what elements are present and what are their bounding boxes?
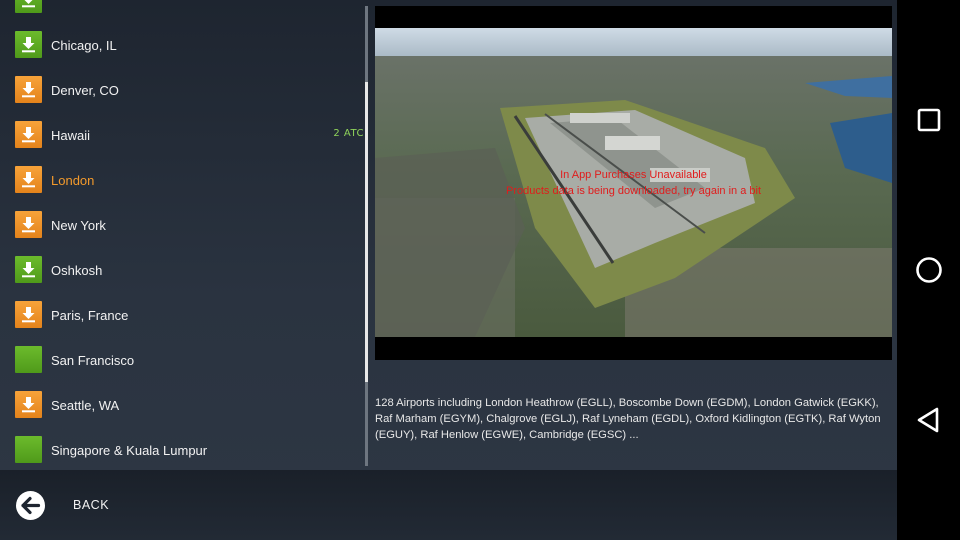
region-description: 128 Airports including London Heathrow (… xyxy=(375,397,881,441)
region-item[interactable]: Paris, France xyxy=(0,293,365,338)
download-icon[interactable] xyxy=(15,301,42,328)
region-item[interactable]: Seattle, WA xyxy=(0,383,365,428)
android-nav-bar xyxy=(897,0,960,540)
region-label: New York xyxy=(51,218,106,233)
back-button[interactable]: BACK xyxy=(15,488,109,522)
region-label: Denver, CO xyxy=(51,83,119,98)
system-back-button[interactable] xyxy=(897,390,960,450)
region-item[interactable]: Chicago, IL xyxy=(0,23,365,68)
download-icon[interactable] xyxy=(15,121,42,148)
installed-icon[interactable] xyxy=(15,436,42,463)
region-label: Paris, France xyxy=(51,308,129,323)
region-label: Singapore & Kuala Lumpur xyxy=(51,443,208,458)
region-item[interactable]: London xyxy=(0,158,365,203)
region-label: Hawaii xyxy=(51,128,91,143)
region-label: San Francisco xyxy=(51,353,135,368)
scenery-preview: In App Purchases Unavailable Products da… xyxy=(375,6,892,360)
region-label: London xyxy=(51,173,95,188)
arrow-left-circle-icon xyxy=(16,490,45,520)
region-label: Chicago, IL xyxy=(51,38,117,53)
region-item[interactable] xyxy=(0,0,365,23)
region-list[interactable]: Chicago, IL Denver, CO Hawaii 2 ATC London Ne… xyxy=(0,0,365,470)
region-item[interactable]: San Francisco xyxy=(0,338,365,383)
download-icon[interactable] xyxy=(15,256,42,283)
purchase-error-line1: In App Purchases Unavailable xyxy=(560,169,707,181)
recents-icon xyxy=(917,108,940,132)
purchase-error-line2: Products data is being downloaded, try a… xyxy=(506,185,761,197)
home-icon xyxy=(915,257,942,283)
footer-bar: BACK xyxy=(0,470,897,540)
home-button[interactable] xyxy=(897,240,960,300)
region-item[interactable]: Oshkosh xyxy=(0,248,365,293)
recents-button[interactable] xyxy=(897,90,960,150)
region-label: Oshkosh xyxy=(51,263,103,278)
download-icon[interactable] xyxy=(15,166,42,193)
atc-badge: 2 ATC xyxy=(333,128,364,139)
download-icon[interactable] xyxy=(15,0,42,13)
back-triangle-icon xyxy=(917,407,938,433)
region-item[interactable]: Hawaii 2 ATC xyxy=(0,113,365,158)
back-label: BACK xyxy=(73,498,110,512)
region-item[interactable]: Denver, CO xyxy=(0,68,365,113)
region-item[interactable]: Singapore & Kuala Lumpur xyxy=(0,428,365,470)
region-item[interactable]: New York xyxy=(0,203,365,248)
list-scrollbar[interactable] xyxy=(365,6,368,466)
download-icon[interactable] xyxy=(15,211,42,238)
airport-aerial-image xyxy=(375,28,892,337)
scrollbar-thumb[interactable] xyxy=(365,82,368,382)
installed-icon[interactable] xyxy=(15,346,42,373)
region-label: Seattle, WA xyxy=(51,398,120,413)
download-icon[interactable] xyxy=(15,31,42,58)
download-icon[interactable] xyxy=(15,391,42,418)
download-icon[interactable] xyxy=(15,76,42,103)
app-screen: Chicago, IL Denver, CO Hawaii 2 ATC London Ne… xyxy=(0,0,897,540)
